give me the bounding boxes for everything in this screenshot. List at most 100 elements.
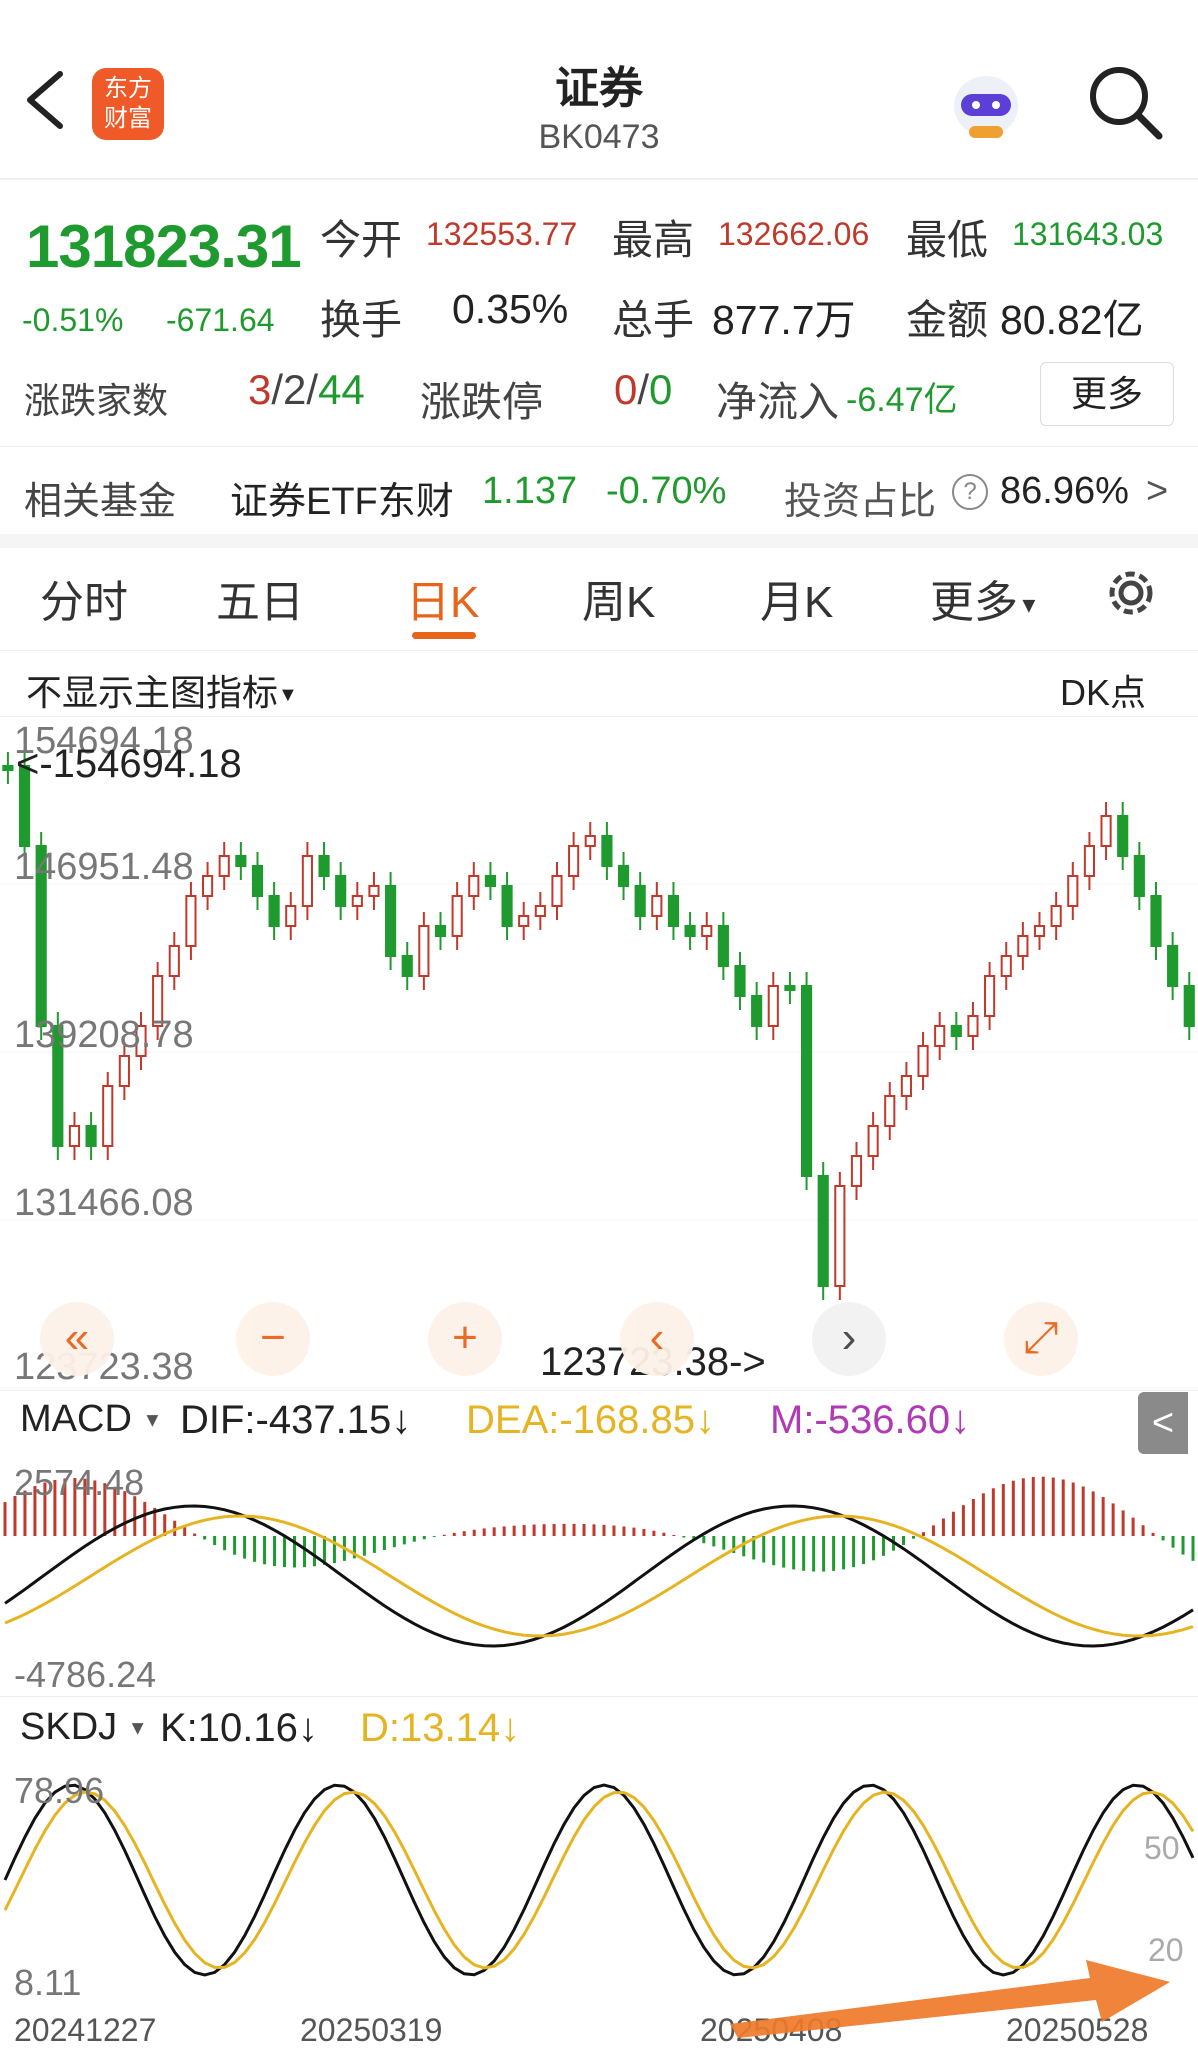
main-indicator-select[interactable]: 不显示主图指标▼ <box>26 664 298 716</box>
amount-value: 80.82亿 <box>1000 297 1144 343</box>
date-label: 20241227 <box>14 2012 157 2048</box>
candle <box>701 925 713 937</box>
candle <box>484 875 497 887</box>
tab-daily-k[interactable]: 日K <box>406 566 479 630</box>
candle <box>518 915 530 927</box>
amount-label: 金额 <box>906 297 988 343</box>
y-axis-label: 131466.08 <box>14 1182 194 1224</box>
candle <box>1183 985 1195 1027</box>
macd-indicator-select[interactable]: MACD ▼ <box>20 1398 162 1441</box>
candle <box>917 1045 929 1077</box>
candle <box>335 875 347 907</box>
active-tab-indicator <box>412 632 476 639</box>
y-axis-label: 139208.78 <box>14 1014 194 1056</box>
investment-ratio-label: 投资占比 <box>784 481 937 523</box>
candle <box>867 1125 879 1157</box>
divider <box>0 1390 1198 1391</box>
candle <box>751 995 763 1027</box>
zoom-in-button[interactable]: + <box>428 1302 502 1376</box>
candle <box>185 895 197 947</box>
macd-y-top: 2574.48 <box>14 1462 145 1503</box>
tab-five-day[interactable]: 五日 <box>216 566 304 630</box>
tab-monthly-k[interactable]: 月K <box>760 566 833 630</box>
flat-count: 2 <box>283 366 307 413</box>
candle <box>1017 935 1029 957</box>
candle <box>285 905 297 927</box>
skdj-y-bottom: 8.11 <box>14 1962 82 2003</box>
date-label: 20250319 <box>300 2012 443 2048</box>
separator: / <box>637 366 650 413</box>
candle <box>584 835 596 847</box>
limit-label: 涨跌停 <box>420 379 543 425</box>
high-value: 132662.06 <box>718 216 870 252</box>
related-fund-name[interactable]: 证券ETF东财 <box>230 470 454 525</box>
skdj-indicator-select[interactable]: SKDJ ▼ <box>20 1706 148 1749</box>
macd-chart <box>3 1476 1195 1648</box>
robot-avatar-icon[interactable] <box>945 62 1027 144</box>
candle <box>251 865 264 897</box>
candle <box>1167 945 1179 987</box>
search-button[interactable] <box>1085 62 1165 142</box>
more-button[interactable]: 更多 <box>1040 362 1174 426</box>
dropdown-arrow-icon: ▼ <box>1018 592 1040 618</box>
candle <box>817 1175 829 1287</box>
limit-down-count: 0 <box>649 366 673 413</box>
limit-counts: 0/0 <box>614 366 672 414</box>
skdj-y-top: 78.96 <box>14 1770 105 1811</box>
macd-y-bottom: -4786.24 <box>14 1654 157 1695</box>
investment-ratio-value: 86.96% <box>1000 470 1129 512</box>
candle <box>451 895 463 937</box>
volume-value: 877.7万 <box>712 297 856 343</box>
skdj-d-value: D:13.14↓ <box>360 1706 521 1750</box>
fullscreen-button[interactable]: ⤢ <box>1004 1302 1078 1376</box>
tab-intraday[interactable]: 分时 <box>40 566 128 630</box>
candle <box>551 875 563 907</box>
dropdown-arrow-icon: ▼ <box>142 1409 163 1432</box>
zoom-out-button[interactable]: − <box>236 1302 310 1376</box>
trend-arrow-icon <box>730 1960 1170 2038</box>
turnover-value: 0.35% <box>452 286 569 332</box>
candle <box>301 855 313 907</box>
side-panel-toggle-button[interactable]: < <box>1138 1392 1188 1454</box>
candle <box>617 865 630 887</box>
tab-more-label: 更多 <box>930 578 1018 627</box>
section-gap <box>0 534 1198 548</box>
candle <box>767 985 779 1027</box>
candle <box>834 1185 846 1287</box>
candle <box>1033 925 1046 937</box>
limit-up-count: 0 <box>614 366 638 413</box>
dk-point-button[interactable]: DK点 <box>1060 664 1146 716</box>
open-label: 今开 <box>320 217 402 263</box>
candle <box>1083 845 1096 877</box>
candle <box>235 855 247 867</box>
tab-more[interactable]: 更多▼ <box>930 566 1040 630</box>
candle <box>850 1155 863 1187</box>
candle <box>218 855 230 877</box>
updown-count-label: 涨跌家数 <box>24 380 169 421</box>
candle <box>1150 895 1162 947</box>
candle <box>201 875 214 897</box>
candle <box>368 885 380 897</box>
divider <box>0 446 1198 447</box>
scroll-right-button[interactable]: › <box>812 1302 886 1376</box>
main-indicator-select-label: 不显示主图指标 <box>26 672 279 713</box>
candle <box>468 875 480 897</box>
open-value: 132553.77 <box>426 216 578 252</box>
candle <box>385 885 397 957</box>
divider <box>0 178 1198 180</box>
candle <box>884 1095 896 1127</box>
candle <box>434 925 447 937</box>
tab-weekly-k[interactable]: 周K <box>582 566 655 630</box>
scroll-left-fast-button[interactable]: « <box>40 1302 114 1376</box>
help-icon[interactable]: ? <box>952 474 988 510</box>
up-count: 3 <box>248 366 272 413</box>
candle <box>401 955 413 977</box>
gear-icon[interactable] <box>1102 564 1160 627</box>
dropdown-arrow-icon: ▼ <box>278 683 298 706</box>
turnover-label: 换手 <box>320 297 402 343</box>
candle <box>351 895 363 907</box>
chevron-right-icon[interactable]: > <box>1146 470 1168 513</box>
net-inflow-label: 净流入 <box>716 379 839 425</box>
candle <box>568 845 580 877</box>
scroll-left-button[interactable]: ‹ <box>620 1302 694 1376</box>
